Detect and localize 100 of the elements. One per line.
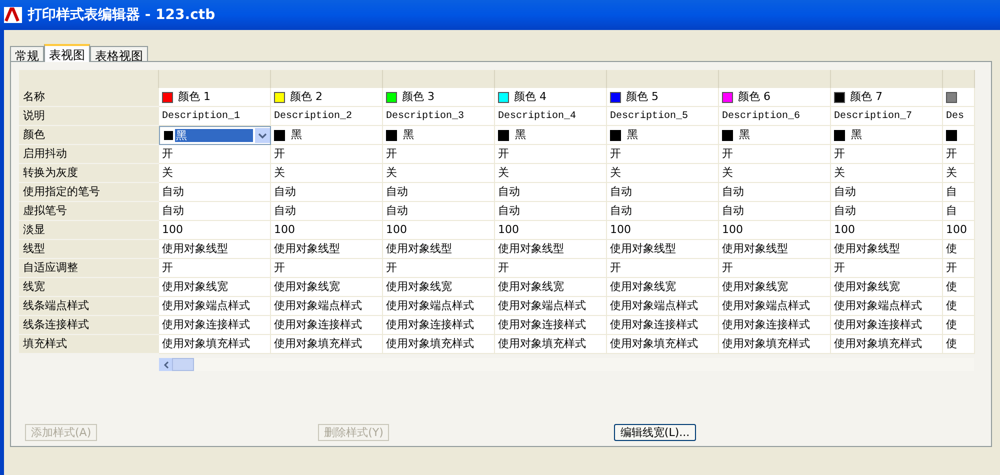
table-cell-text: 自动	[498, 184, 520, 200]
style-name: 颜色 6	[738, 88, 770, 105]
table-cell-text: 使用对象线宽	[722, 278, 788, 295]
table-cell-text: 开	[946, 260, 957, 276]
table-cell-text: 开	[946, 146, 957, 162]
style-name: 颜色 2	[290, 88, 322, 105]
tab[interactable]: 常规	[10, 46, 44, 61]
table-cell-text: 自动	[386, 184, 408, 200]
table-cell-text: 开	[722, 260, 733, 276]
row-label: 转换为灰度	[23, 164, 78, 181]
table-cell-text: 开	[386, 146, 397, 162]
row-label: 虚拟笔号	[23, 202, 67, 219]
table-cell-text: 使用对象线宽	[274, 278, 340, 295]
table-cell-text: 开	[610, 260, 621, 276]
table-cell-text: 使用对象连接样式	[274, 316, 362, 333]
table-cell-text: 使用对象连接样式	[162, 316, 250, 333]
color-value: 黑	[515, 126, 526, 143]
table-cell-text: 使用对象连接样式	[834, 316, 922, 333]
table-cell-text: 关	[834, 164, 845, 181]
table-cell-text: 使用对象线宽	[162, 278, 228, 295]
table-cell-text: 使用对象端点样式	[498, 298, 586, 314]
scroll-left-icon[interactable]	[159, 358, 172, 371]
row-label: 自适应调整	[23, 260, 78, 276]
window-title: 打印样式表编辑器 - 123.ctb	[28, 6, 216, 24]
table-cell-text: 自动	[274, 202, 296, 219]
table-cell-text: 关	[274, 164, 285, 181]
row-label: 线条端点样式	[23, 298, 89, 314]
app-icon	[4, 7, 22, 23]
style-name: 颜色 5	[626, 88, 658, 105]
table-cell-text: 开	[274, 260, 285, 276]
color-value: 黑	[739, 126, 750, 143]
table-cell-text: 开	[386, 260, 397, 276]
row-label: 启用抖动	[23, 146, 67, 162]
description-text: Description_4	[498, 110, 576, 124]
table-cell-text: 使	[946, 278, 957, 295]
style-name: 颜色 4	[514, 88, 546, 105]
row-label: 颜色	[23, 126, 45, 143]
table-cell-text: 自动	[834, 202, 856, 219]
description-text: Description_2	[274, 110, 352, 124]
style-name: 颜色 1	[178, 88, 210, 105]
table-cell-text: 自	[946, 202, 957, 219]
table-cell-text: 使用对象端点样式	[722, 298, 810, 314]
table-cell-text: 自动	[386, 202, 408, 219]
table-cell-text: 开	[610, 146, 621, 162]
table-cell-text: 开	[498, 146, 509, 162]
table-cell-text: 使用对象线宽	[834, 278, 900, 295]
table-cell-text: 100	[162, 222, 183, 238]
table-cell-text: 自动	[722, 202, 744, 219]
table-cell-text: 100	[722, 222, 743, 238]
table-cell-text: 使用对象填充样式	[498, 336, 586, 352]
scroll-thumb[interactable]	[172, 358, 194, 371]
table-cell-text: 使用对象线型	[162, 240, 228, 257]
table-cell-text: 开	[834, 146, 845, 162]
table-cell-text: 使	[946, 336, 957, 352]
table-cell-text: 使用对象线宽	[386, 278, 452, 295]
table-cell-text: 关	[722, 164, 733, 181]
table-cell-text: 使用对象填充样式	[274, 336, 362, 352]
table-cell-text: 自动	[722, 184, 744, 200]
row-label: 使用指定的笔号	[23, 184, 100, 200]
table-cell-text: 关	[946, 164, 957, 181]
table-cell-text: 使用对象填充样式	[610, 336, 698, 352]
table-cell-text: 开	[162, 260, 173, 276]
color-dropdown[interactable]: 黑	[159, 126, 271, 145]
table-cell-text: 自动	[162, 184, 184, 200]
description-text: Des	[946, 110, 964, 124]
style-name: 颜色 3	[402, 88, 434, 105]
table-cell-text: 使用对象填充样式	[162, 336, 250, 352]
table-cell-text: 自动	[834, 184, 856, 200]
description-text: Description_6	[722, 110, 800, 124]
table-cell-text: 关	[386, 164, 397, 181]
style-name: 颜色 7	[850, 88, 882, 105]
table-cell-text: 关	[610, 164, 621, 181]
table-cell-text: 使用对象线型	[722, 240, 788, 257]
row-label: 填充样式	[23, 336, 67, 352]
table-cell-text: 开	[834, 260, 845, 276]
table-cell-text: 100	[274, 222, 295, 238]
tab[interactable]: 表格视图	[90, 46, 148, 61]
table-cell-text: 开	[274, 146, 285, 162]
table-cell-text: 使	[946, 298, 957, 314]
row-label: 线条连接样式	[23, 316, 89, 333]
table-cell-text: 使用对象填充样式	[722, 336, 810, 352]
color-value: 黑	[627, 126, 638, 143]
table-cell-text: 自	[946, 184, 957, 200]
table-cell-text: 使	[946, 316, 957, 333]
row-label: 淡显	[23, 222, 45, 238]
description-text: Description_7	[834, 110, 912, 124]
action-button[interactable]: 编辑线宽(L)...	[614, 424, 696, 440]
table-cell-text: 使用对象连接样式	[610, 316, 698, 333]
table-cell-text: 自动	[610, 184, 632, 200]
table-cell-text: 使用对象连接样式	[498, 316, 586, 333]
table-cell-text: 开	[498, 260, 509, 276]
tab[interactable]: 表视图	[44, 44, 90, 62]
table-cell-text: 自动	[498, 202, 520, 219]
table-cell-text: 使用对象线型	[610, 240, 676, 257]
table-cell-text: 使用对象端点样式	[274, 298, 362, 314]
description-text: Description_5	[610, 110, 688, 124]
color-value: 黑	[403, 126, 414, 143]
row-label: 线宽	[23, 278, 45, 295]
table-cell-text: 使用对象填充样式	[386, 336, 474, 352]
table-cell-text: 开	[162, 146, 173, 162]
